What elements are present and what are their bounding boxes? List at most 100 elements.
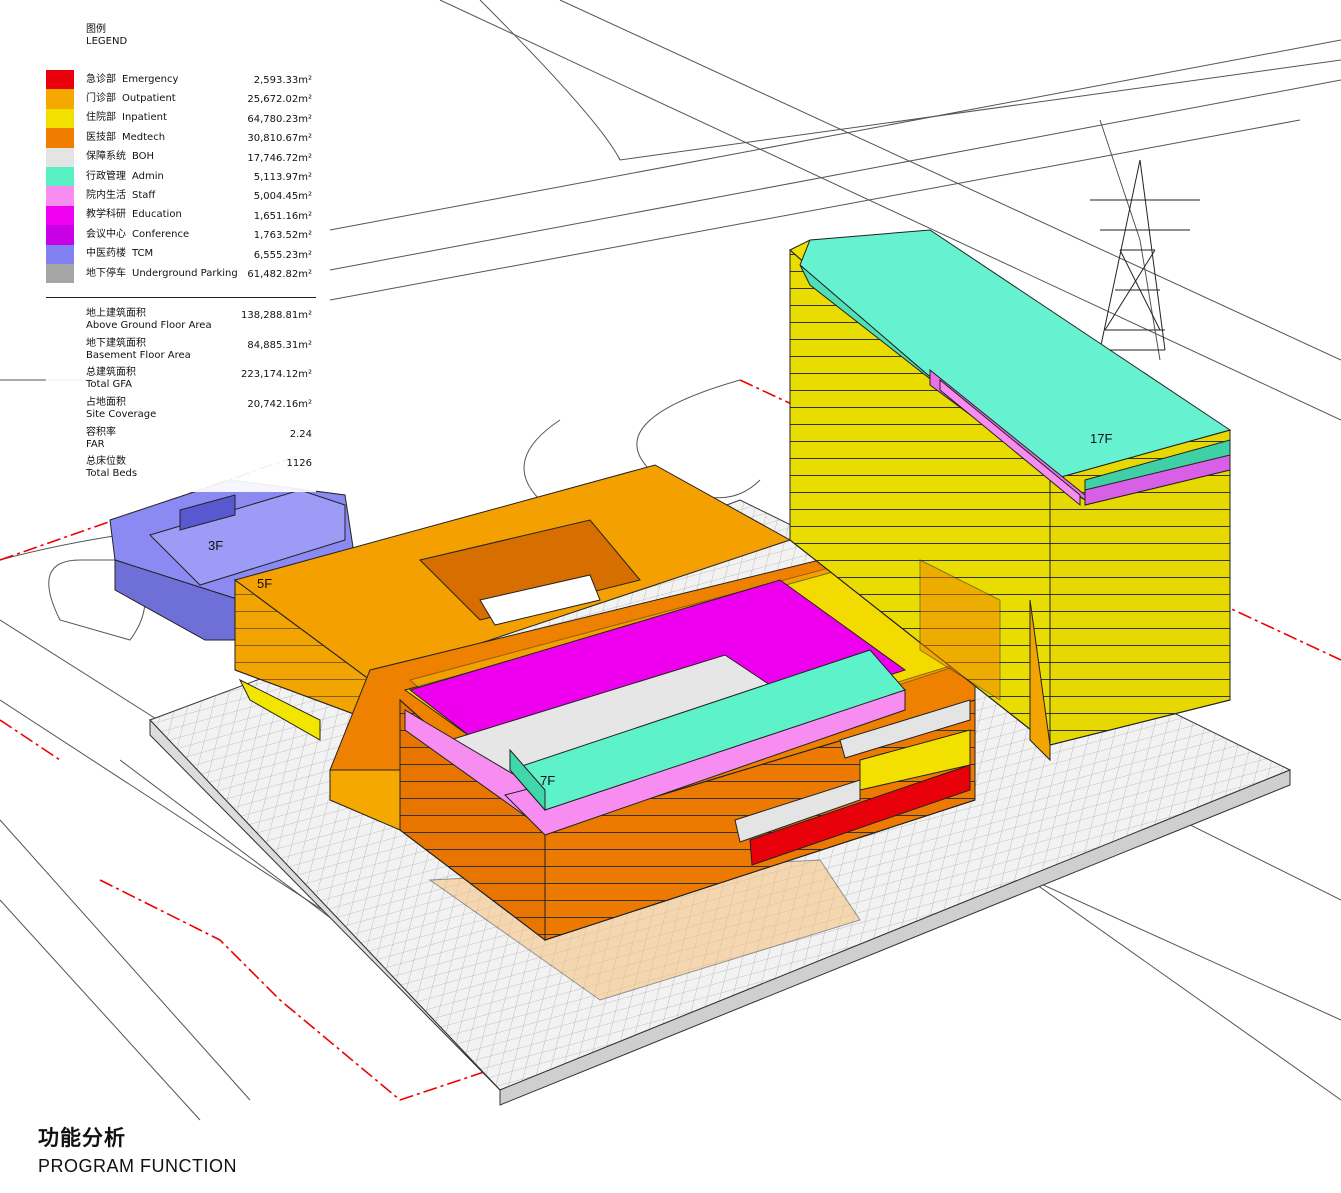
title-en: PROGRAM FUNCTION <box>38 1156 237 1176</box>
legend-item: 急诊部 Emergency 2,593.33m² <box>46 70 316 90</box>
legend-swatch <box>46 186 74 206</box>
legend-label: 中医药楼 TCM <box>86 248 153 260</box>
legend-items: 急诊部 Emergency 2,593.33m² 门诊部 Outpatient 25,67… <box>46 70 316 284</box>
legend-label-en: Inpatient <box>122 112 167 124</box>
legend-area: 5,004.45m² <box>253 191 312 203</box>
legend-area: 1,763.52m² <box>253 230 312 242</box>
legend-swatch <box>46 225 74 245</box>
floor-label-medtech: 7F <box>540 773 555 788</box>
stat-label-cn: 地上建筑面积 <box>86 308 146 320</box>
legend-area: 5,113.97m² <box>253 171 312 183</box>
legend-panel: 图例 LEGEND 急诊部 Emergency 2,593.33m² 门诊部 Outpa… <box>46 24 316 492</box>
legend-label: 会议中心 Conference <box>86 229 189 241</box>
legend-item: 住院部 Inpatient 64,780.23m² <box>46 108 316 129</box>
legend-title-cn: 图例 <box>86 24 106 35</box>
stat-row: 地下建筑面积 Basement Floor Area 84,885.31m² <box>46 338 316 368</box>
legend-swatch <box>46 205 74 226</box>
legend-label: 保障系统 BOH <box>86 151 154 163</box>
legend-item: 保障系统 BOH 17,746.72m² <box>46 147 316 167</box>
legend-item: 教学科研 Education 1,651.16m² <box>46 205 316 226</box>
title-block: 功能分析 PROGRAM FUNCTION <box>38 1122 237 1177</box>
legend-label-en: BOH <box>132 151 155 163</box>
legend-area: 1,651.16m² <box>253 210 312 222</box>
stat-value: 2.24 <box>289 428 312 440</box>
summary-stats: 地上建筑面积 Above Ground Floor Area 138,288.81m… <box>46 308 316 486</box>
floor-label-tcm: 3F <box>208 538 223 553</box>
legend-area: 17,746.72m² <box>247 152 312 164</box>
legend-swatch <box>46 263 74 284</box>
floor-label-inpatient: 17F <box>1090 431 1112 446</box>
legend-label: 急诊部 Emergency <box>86 74 178 86</box>
legend-label: 教学科研 Education <box>86 209 182 221</box>
legend-label-en: Admin <box>132 170 164 182</box>
floor-label-outpatient: 5F <box>257 576 272 591</box>
stat-row: 占地面积 Site Coverage 20,742.16m² <box>46 397 316 427</box>
legend-area: 30,810.67m² <box>247 133 312 145</box>
stat-label-en: Total Beds <box>86 468 138 480</box>
stat-value: 20,742.16m² <box>247 399 312 411</box>
stat-row: 总床位数 Total Beds 1126 <box>46 456 316 486</box>
stat-label-cn: 总床位数 <box>86 456 126 468</box>
legend-item: 院内生活 Staff 5,004.45m² <box>46 186 316 206</box>
stat-row: 容积率 FAR 2.24 <box>46 427 316 457</box>
legend-area: 6,555.23m² <box>253 249 312 261</box>
legend-label-cn: 院内生活 <box>86 190 126 202</box>
legend-label-cn: 行政管理 <box>86 170 126 182</box>
legend-swatch <box>46 166 74 187</box>
legend-header: 图例 LEGEND <box>46 24 316 48</box>
legend-area: 61,482.82m² <box>247 268 312 280</box>
stat-label-cn: 占地面积 <box>86 397 126 409</box>
stat-label-cn: 容积率 <box>86 426 116 438</box>
legend-item: 地下停车 Underground Parking 61,482.82m² <box>46 263 316 284</box>
legend-area: 2,593.33m² <box>253 75 312 86</box>
legend-label: 行政管理 Admin <box>86 171 164 183</box>
stat-row: 总建筑面积 Total GFA 223,174.12m² <box>46 367 316 397</box>
legend-label-cn: 急诊部 <box>86 73 116 85</box>
legend-label: 住院部 Inpatient <box>86 112 167 124</box>
legend-label-en: TCM <box>132 248 154 260</box>
legend-swatch <box>46 89 74 109</box>
legend-label-en: Outpatient <box>122 93 176 105</box>
legend-label-cn: 医技部 <box>86 131 116 143</box>
legend-label-en: Emergency <box>122 73 179 85</box>
legend-label-en: Staff <box>132 190 156 202</box>
legend-label-cn: 地下停车 <box>86 267 126 279</box>
legend-item: 门诊部 Outpatient 25,672.02m² <box>46 89 316 109</box>
power-pylon-icon <box>1090 159 1200 351</box>
title-cn: 功能分析 <box>38 1126 126 1150</box>
legend-label: 地下停车 Underground Parking <box>86 268 238 280</box>
legend-swatch <box>46 244 74 264</box>
stat-label-cn: 地下建筑面积 <box>86 337 146 349</box>
legend-label-cn: 住院部 <box>86 112 116 124</box>
legend-label-en: Underground Parking <box>132 267 238 279</box>
legend-label: 医技部 Medtech <box>86 132 165 144</box>
stat-value: 138,288.81m² <box>240 310 312 322</box>
stat-value: 223,174.12m² <box>240 369 312 381</box>
legend-swatch <box>46 147 74 167</box>
legend-label-en: Conference <box>132 228 190 240</box>
legend-item: 行政管理 Admin 5,113.97m² <box>46 166 316 187</box>
stat-value: 1126 <box>286 458 312 470</box>
legend-label-cn: 教学科研 <box>86 209 126 221</box>
stat-value: 84,885.31m² <box>247 339 312 351</box>
legend-label-en: Medtech <box>122 131 166 143</box>
legend-item: 医技部 Medtech 30,810.67m² <box>46 128 316 148</box>
stat-label-cn: 总建筑面积 <box>86 367 136 379</box>
legend-label-cn: 门诊部 <box>86 93 116 105</box>
legend-title-en: LEGEND <box>86 36 128 47</box>
legend-label-cn: 会议中心 <box>86 228 126 240</box>
stat-row: 地上建筑面积 Above Ground Floor Area 138,288.81m… <box>46 308 316 338</box>
legend-divider <box>46 297 316 299</box>
legend-label-cn: 中医药楼 <box>86 248 126 260</box>
legend-label-cn: 保障系统 <box>86 151 126 163</box>
stat-label-en: FAR <box>86 438 105 450</box>
legend-label: 门诊部 Outpatient <box>86 93 176 105</box>
legend-label-en: Education <box>132 209 182 221</box>
legend-area: 64,780.23m² <box>247 113 312 125</box>
legend-swatch <box>46 128 74 148</box>
legend-item: 中医药楼 TCM 6,555.23m² <box>46 244 316 264</box>
legend-swatch <box>46 108 74 129</box>
legend-area: 25,672.02m² <box>247 94 312 106</box>
legend-swatch <box>46 70 74 90</box>
legend-item: 会议中心 Conference 1,763.52m² <box>46 225 316 245</box>
